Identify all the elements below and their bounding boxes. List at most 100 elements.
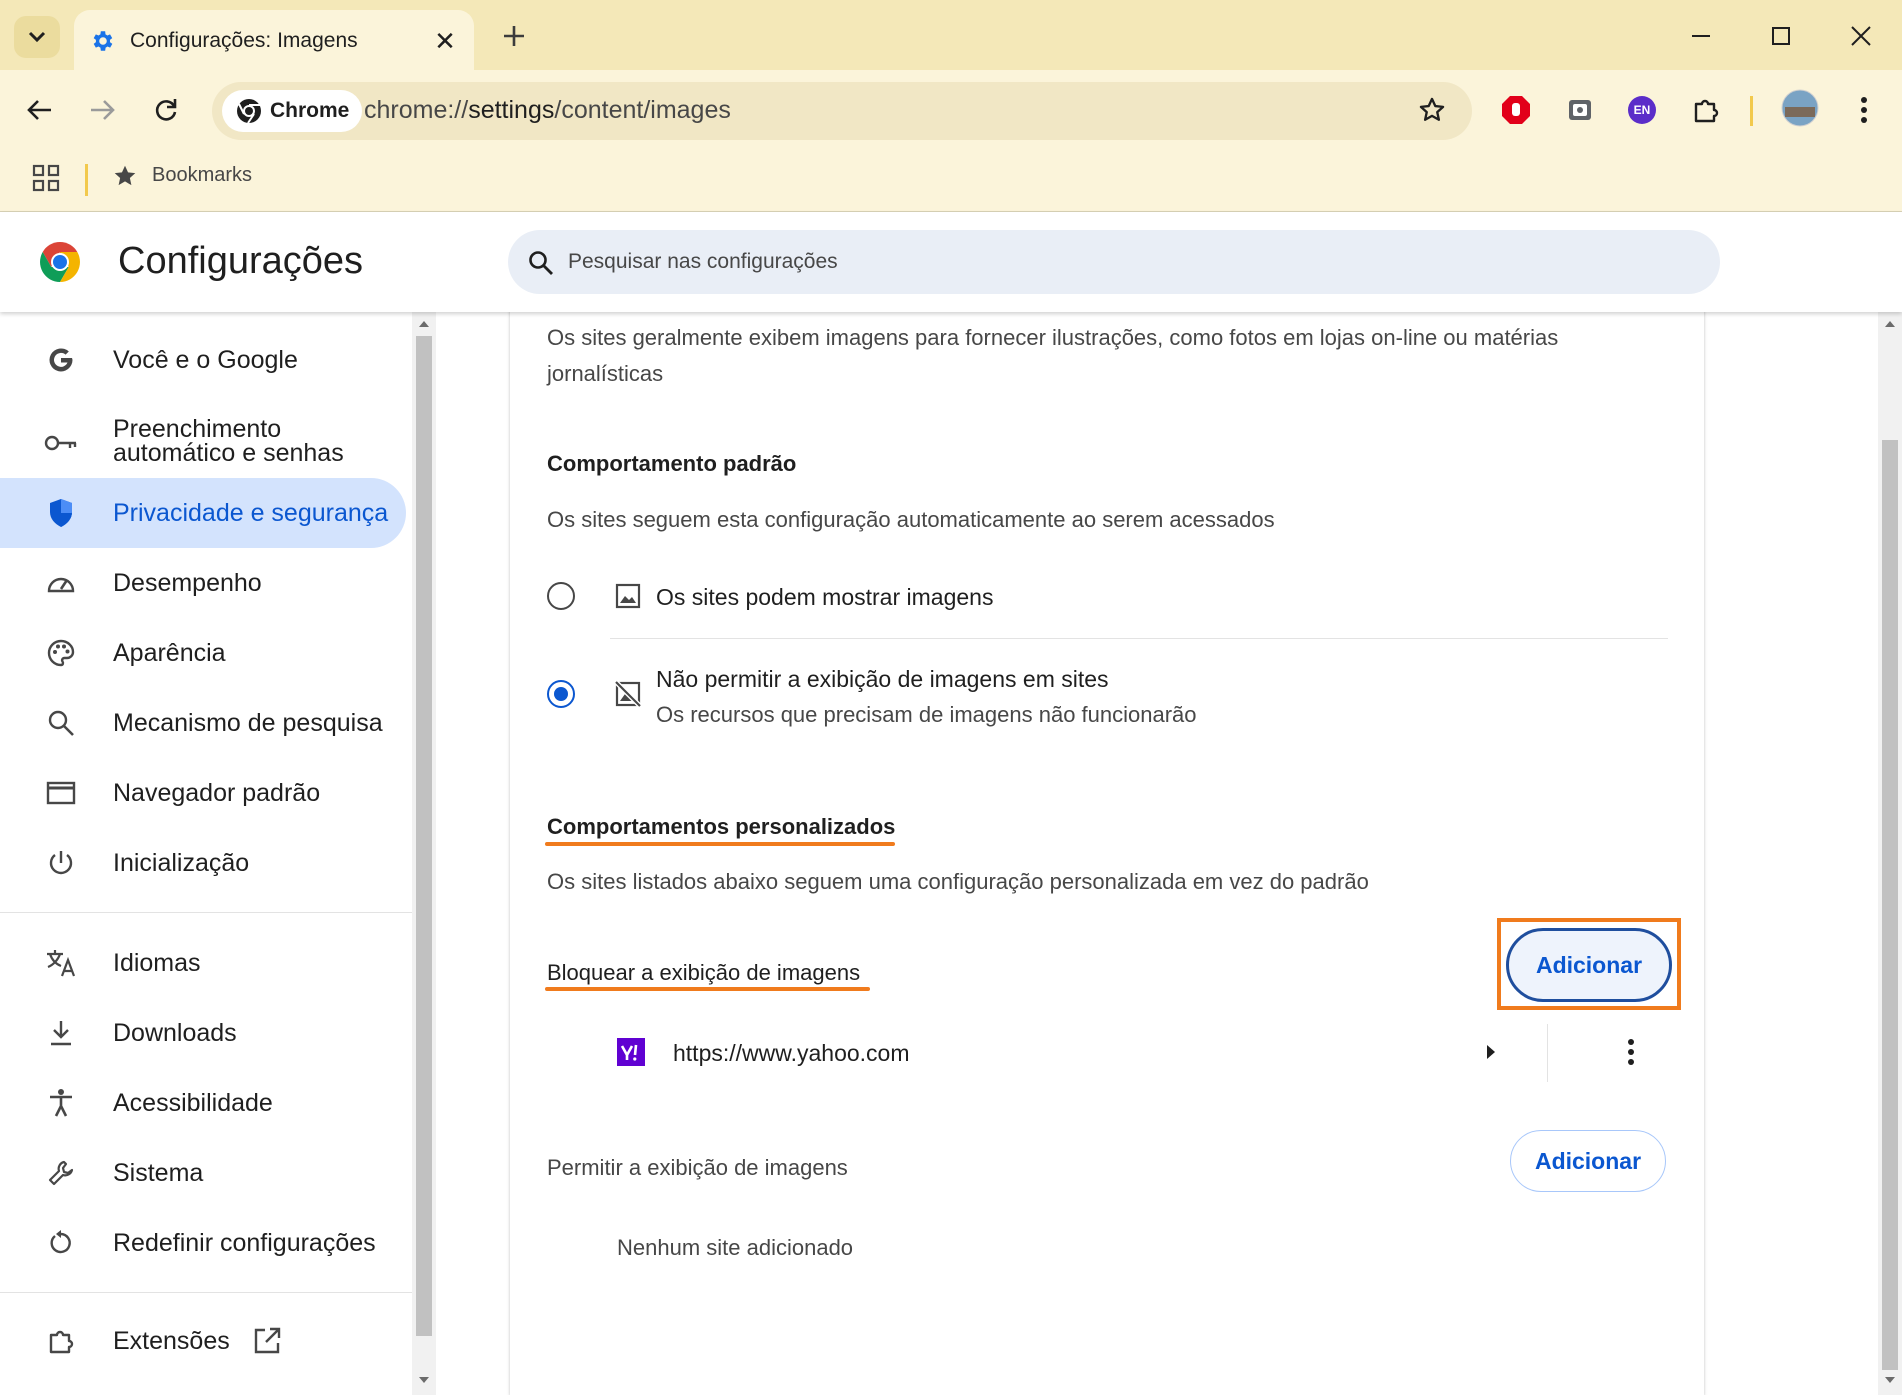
- site-info-chip[interactable]: Chrome: [222, 90, 362, 132]
- url-host: settings: [468, 96, 555, 124]
- sidebar-item-search-engine[interactable]: Mecanismo de pesquisa: [0, 692, 406, 754]
- palette-icon: [44, 636, 78, 670]
- settings-header: Configurações Pesquisar nas configuraçõe…: [0, 212, 1902, 312]
- radio-block-images[interactable]: [547, 680, 575, 708]
- main-scroll-thumb[interactable]: [1882, 440, 1898, 1370]
- kebab-menu-icon: [1861, 97, 1867, 123]
- adblock-extension-button[interactable]: [1498, 92, 1534, 128]
- scroll-up-arrow-icon: [1885, 321, 1895, 327]
- heading-highlight-underline: [545, 842, 895, 846]
- bookmarks-bar: Bookmarks: [0, 150, 1902, 212]
- forward-button[interactable]: [80, 88, 124, 132]
- radio-allow-images[interactable]: [547, 582, 575, 610]
- yahoo-favicon: [617, 1038, 645, 1071]
- default-behavior-description: Os sites seguem esta configuração automa…: [547, 507, 1275, 532]
- sidebar-item-autofill[interactable]: Preenchimento automático e senhas: [0, 408, 406, 478]
- search-icon: [44, 706, 78, 740]
- puzzle-icon: [44, 1324, 78, 1358]
- tab-title: Configurações: Imagens: [130, 29, 358, 52]
- sidebar-item-label: Redefinir configurações: [113, 1229, 376, 1257]
- page-title: Configurações: [118, 240, 364, 282]
- row-divider: [1547, 1024, 1548, 1082]
- stop-hand-icon: [1502, 96, 1530, 124]
- expand-arrow-icon[interactable]: [1486, 1044, 1496, 1065]
- sidebar-scrollbar[interactable]: [412, 312, 436, 1395]
- sidebar-item-label: Privacidade e segurança: [113, 499, 389, 527]
- search-placeholder: Pesquisar nas configurações: [568, 250, 838, 273]
- screen-capture-extension-button[interactable]: [1562, 92, 1598, 128]
- url-text[interactable]: chrome://settings/content/images: [364, 96, 731, 125]
- browser-window-icon: [44, 776, 78, 810]
- settings-search-input[interactable]: Pesquisar nas configurações: [508, 230, 1720, 294]
- default-behavior-heading: Comportamento padrão: [547, 451, 797, 476]
- sidebar-item-downloads[interactable]: Downloads: [0, 1002, 406, 1064]
- apps-grid-icon: [32, 164, 60, 192]
- sidebar-item-privacy[interactable]: Privacidade e segurança: [0, 478, 406, 548]
- chrome-logo-icon: [40, 242, 80, 282]
- minimize-icon: [1692, 35, 1710, 37]
- bookmarks-divider: [85, 164, 88, 196]
- sidebar-item-label: Extensões: [113, 1327, 230, 1355]
- apps-button[interactable]: [32, 164, 60, 197]
- bookmarks-label[interactable]: Bookmarks: [152, 164, 252, 187]
- back-button[interactable]: [18, 88, 62, 132]
- sidebar-item-reset[interactable]: Redefinir configurações: [0, 1212, 406, 1274]
- scroll-down-arrow-icon: [419, 1377, 429, 1383]
- bookmarks-folder[interactable]: [112, 163, 138, 194]
- sidebar-item-appearance[interactable]: Aparência: [0, 622, 406, 684]
- sidebar-item-system[interactable]: Sistema: [0, 1142, 406, 1204]
- sidebar-item-label: Sistema: [113, 1159, 204, 1187]
- reload-button[interactable]: [144, 88, 188, 132]
- close-window-button[interactable]: [1836, 14, 1886, 58]
- sidebar-item-performance[interactable]: Desempenho: [0, 552, 406, 614]
- toolbar-divider: [1750, 96, 1753, 126]
- sidebar-item-label: Mecanismo de pesquisa: [113, 709, 383, 737]
- url-scheme: chrome://: [364, 96, 469, 124]
- back-arrow-icon: [27, 100, 51, 120]
- language-extension-button[interactable]: EN: [1624, 92, 1660, 128]
- option-block-sublabel: Os recursos que precisam de imagens não …: [656, 702, 1197, 727]
- close-tab-icon[interactable]: ✕: [428, 24, 462, 58]
- add-blocked-site-button[interactable]: Adicionar: [1506, 928, 1672, 1002]
- maximize-button[interactable]: [1756, 14, 1806, 58]
- chrome-menu-button[interactable]: [1846, 92, 1882, 128]
- address-bar[interactable]: Chrome chrome://settings/content/images: [212, 82, 1472, 140]
- sidebar-item-default-browser[interactable]: Navegador padrão: [0, 762, 406, 824]
- minimize-button[interactable]: [1676, 14, 1726, 58]
- tab-strip: Configurações: Imagens ✕: [0, 0, 1902, 72]
- add-allowed-site-button[interactable]: Adicionar: [1510, 1130, 1666, 1192]
- active-tab[interactable]: Configurações: Imagens ✕: [74, 10, 474, 72]
- search-icon: [529, 251, 553, 275]
- accessibility-icon: [44, 1086, 78, 1120]
- wrench-icon: [44, 1156, 78, 1190]
- sidebar-item-label: Desempenho: [113, 569, 262, 597]
- scroll-down-arrow-icon: [1885, 1377, 1895, 1383]
- custom-behaviors-heading: Comportamentos personalizados: [547, 814, 896, 839]
- sidebar-item-accessibility[interactable]: Acessibilidade: [0, 1072, 406, 1134]
- option-block-label: Não permitir a exibição de imagens em si…: [656, 666, 1109, 692]
- intro-text-line2: jornalísticas: [547, 361, 664, 386]
- block-heading-highlight-underline: [545, 987, 870, 991]
- power-icon: [44, 846, 78, 880]
- extensions-menu-button[interactable]: [1688, 92, 1724, 128]
- main-scrollbar[interactable]: [1878, 312, 1902, 1395]
- star-outline-icon: [1419, 97, 1445, 121]
- reload-icon: [155, 99, 177, 121]
- open-in-new-icon: [252, 1326, 282, 1361]
- sidebar-item-languages[interactable]: Idiomas: [0, 932, 406, 994]
- translate-icon: [44, 946, 78, 980]
- tab-search-button[interactable]: [14, 16, 60, 58]
- sidebar-item-extensions[interactable]: Extensões: [0, 1310, 406, 1372]
- profile-button[interactable]: [1780, 88, 1820, 128]
- download-icon: [44, 1016, 78, 1050]
- blocked-site-url[interactable]: https://www.yahoo.com: [673, 1040, 910, 1067]
- sidebar-scroll-thumb[interactable]: [416, 336, 432, 1336]
- image-icon: [614, 582, 642, 615]
- bookmark-star-button[interactable]: [1418, 96, 1446, 129]
- site-more-actions-icon[interactable]: [1627, 1038, 1635, 1071]
- chrome-icon: [237, 99, 261, 124]
- sidebar-item-you-and-google[interactable]: Você e o Google: [0, 334, 406, 386]
- new-tab-button[interactable]: [494, 16, 534, 56]
- image-off-icon: [614, 680, 642, 713]
- sidebar-item-startup[interactable]: Inicialização: [0, 832, 406, 894]
